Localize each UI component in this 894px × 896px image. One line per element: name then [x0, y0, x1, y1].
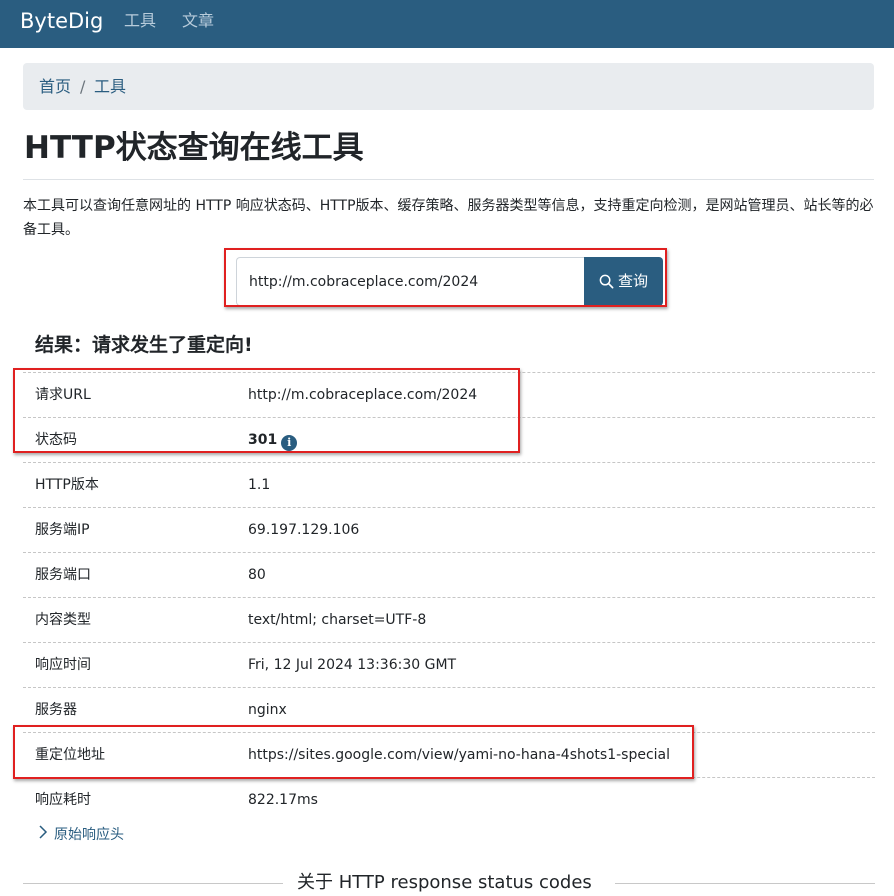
row-value: 822.17ms: [248, 792, 318, 808]
result-row-http-version: HTTP版本 1.1: [23, 462, 875, 507]
row-label: 状态码: [35, 432, 77, 448]
url-input[interactable]: [236, 257, 584, 306]
section-rule-left: [23, 883, 283, 884]
row-label: 内容类型: [35, 612, 91, 628]
page-title: HTTP状态查询在线工具: [24, 130, 364, 166]
row-value: http://m.cobraceplace.com/2024: [248, 387, 478, 403]
intro-text: 本工具可以查询任意网址的 HTTP 响应状态码、HTTP版本、缓存策略、服务器类…: [23, 198, 874, 238]
row-value: 1.1: [248, 477, 271, 493]
result-row-response-time: 响应时间 Fri, 12 Jul 2024 13:36:30 GMT: [23, 642, 875, 687]
status-code-value-wrap: 301 i: [248, 429, 298, 451]
result-title: 结果：请求发生了重定向!: [35, 334, 253, 356]
row-label: HTTP版本: [35, 477, 99, 493]
row-value: https://sites.google.com/view/yami-no-ha…: [248, 747, 671, 763]
row-label: 响应耗时: [35, 792, 91, 808]
breadcrumb: 首页 / 工具: [23, 63, 874, 110]
result-row-server-port: 服务端口 80: [23, 552, 875, 597]
result-row-redirect-location: 重定位地址 https://sites.google.com/view/yami…: [23, 732, 875, 777]
row-label: 服务器: [35, 702, 77, 718]
row-value: Fri, 12 Jul 2024 13:36:30 GMT: [248, 657, 457, 673]
section-rule-right: [615, 883, 875, 884]
breadcrumb-separator: /: [80, 77, 86, 96]
result-row-request-url: 请求URL http://m.cobraceplace.com/2024: [23, 372, 875, 417]
row-label: 重定位地址: [35, 747, 105, 763]
row-value: 69.197.129.106: [248, 522, 360, 538]
raw-headers-toggle[interactable]: 原始响应头: [38, 824, 124, 846]
raw-headers-label: 原始响应头: [54, 827, 124, 843]
result-row-elapsed: 响应耗时 822.17ms: [23, 777, 875, 815]
section-heading: 关于 HTTP response status codes: [297, 872, 592, 893]
row-label: 请求URL: [35, 387, 91, 403]
search-group: 查询: [236, 257, 663, 306]
row-label: 服务端口: [35, 567, 91, 583]
status-code-value: 301: [248, 432, 278, 448]
brand-logo[interactable]: ByteDig: [20, 8, 103, 34]
result-row-server-ip: 服务端IP 69.197.129.106: [23, 507, 875, 552]
row-label: 响应时间: [35, 657, 91, 673]
top-navbar: ByteDig 工具 文章: [0, 0, 894, 48]
chevron-right-icon: [38, 824, 48, 846]
result-row-content-type: 内容类型 text/html; charset=UTF-8: [23, 597, 875, 642]
row-value: text/html; charset=UTF-8: [248, 612, 427, 628]
result-row-server: 服务器 nginx: [23, 687, 875, 732]
title-divider: [23, 179, 874, 180]
info-icon[interactable]: i: [281, 435, 298, 451]
query-button[interactable]: 查询: [584, 257, 663, 306]
row-value: nginx: [248, 702, 287, 718]
result-row-status-code: 状态码 301 i: [23, 417, 875, 462]
nav-link-tools[interactable]: 工具: [124, 10, 156, 32]
breadcrumb-home[interactable]: 首页: [39, 76, 71, 98]
breadcrumb-tools[interactable]: 工具: [94, 76, 126, 98]
search-icon: [599, 274, 614, 289]
row-label: 服务端IP: [35, 522, 90, 538]
row-value: 80: [248, 567, 266, 583]
query-button-label: 查询: [617, 272, 648, 290]
nav-link-articles[interactable]: 文章: [182, 10, 214, 32]
